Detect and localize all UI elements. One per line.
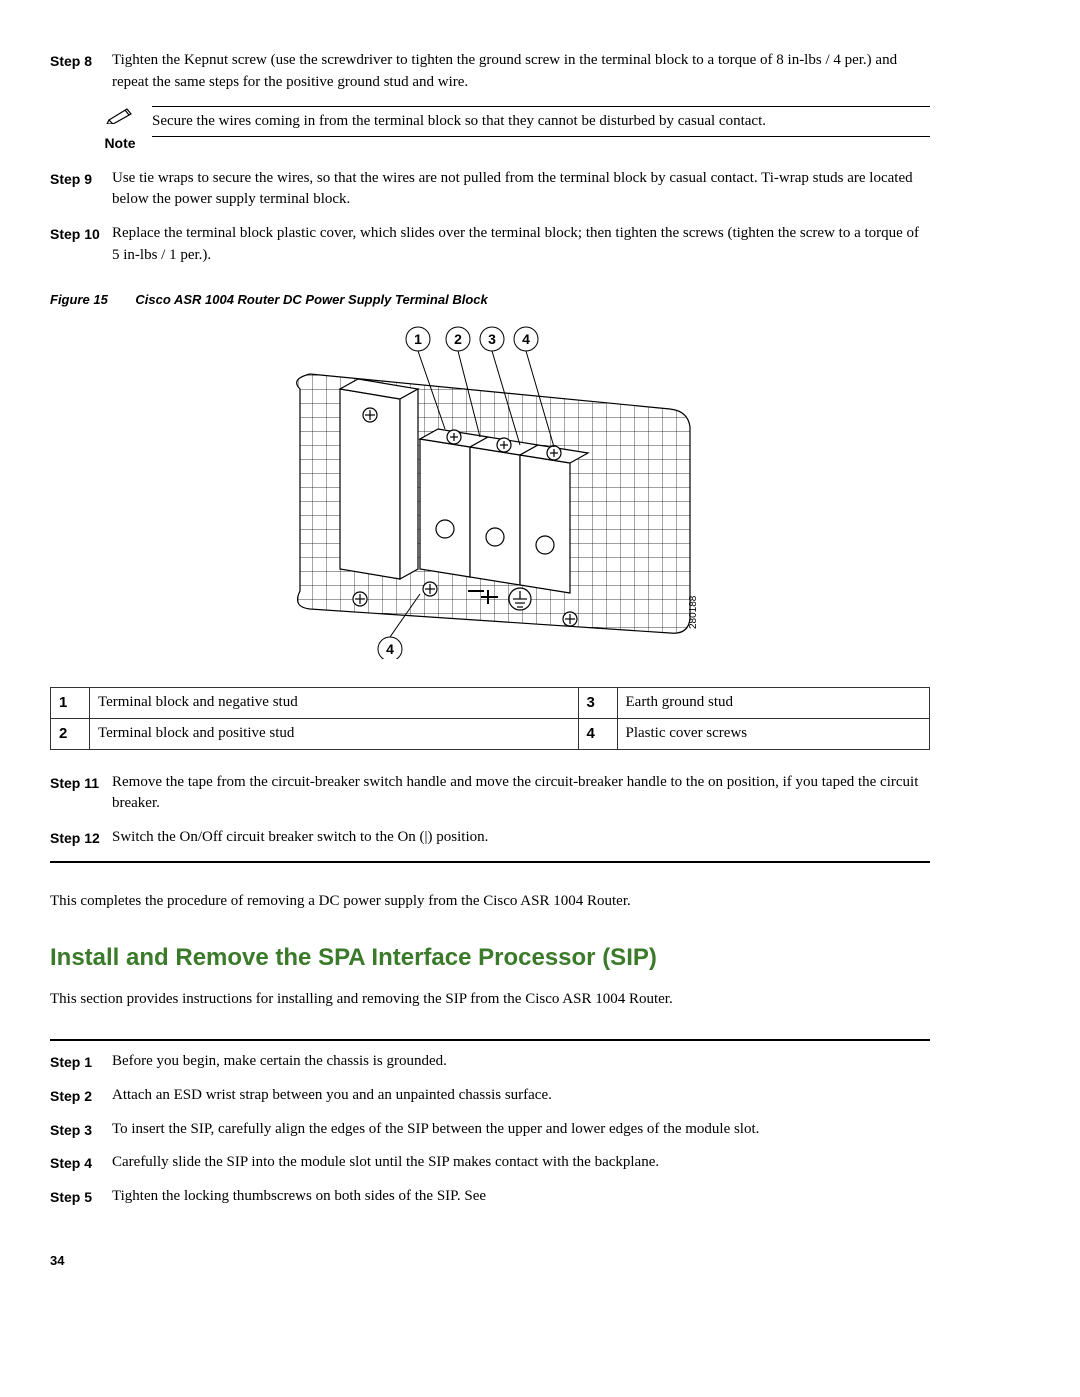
step-text: To insert the SIP, carefully align the e…: [112, 1119, 930, 1141]
divider: [50, 861, 930, 863]
step-1: Step 1 Before you begin, make certain th…: [50, 1051, 930, 1073]
note-label: Note: [98, 133, 142, 153]
table-row: 2 Terminal block and positive stud 4 Pla…: [51, 718, 930, 749]
step-text: Switch the On/Off circuit breaker switch…: [112, 827, 930, 849]
step-label: Step 3: [50, 1119, 112, 1141]
figure-number: Figure 15: [50, 291, 108, 310]
figure-caption: Figure 15 Cisco ASR 1004 Router DC Power…: [50, 291, 930, 310]
closing-paragraph: This completes the procedure of removing…: [50, 891, 930, 913]
step-text: Carefully slide the SIP into the module …: [112, 1152, 930, 1174]
svg-text:1: 1: [414, 331, 422, 347]
step-text: Tighten the locking thumbscrews on both …: [112, 1186, 930, 1208]
svg-text:2: 2: [454, 331, 462, 347]
legend-num: 3: [578, 688, 617, 719]
pencil-icon: [105, 106, 135, 124]
step-label: Step 11: [50, 772, 112, 816]
step-label: Step 12: [50, 827, 112, 849]
figure-image-id: 280188: [688, 596, 699, 630]
step-text: Attach an ESD wrist strap between you an…: [112, 1085, 930, 1107]
legend-text: Terminal block and negative stud: [90, 688, 579, 719]
step-text: Before you begin, make certain the chass…: [112, 1051, 930, 1073]
step-12: Step 12 Switch the On/Off circuit breake…: [50, 827, 930, 849]
legend-text: Earth ground stud: [617, 688, 930, 719]
page-number: 34: [50, 1252, 930, 1271]
step-text: Replace the terminal block plastic cover…: [112, 223, 930, 267]
divider: [50, 1039, 930, 1041]
section-heading: Install and Remove the SPA Interface Pro…: [50, 941, 930, 976]
step-3: Step 3 To insert the SIP, carefully alig…: [50, 1119, 930, 1141]
svg-text:4: 4: [522, 331, 530, 347]
step-label: Step 4: [50, 1152, 112, 1174]
step-label: Step 5: [50, 1186, 112, 1208]
step-label: Step 2: [50, 1085, 112, 1107]
legend-text: Terminal block and positive stud: [90, 718, 579, 749]
step-label: Step 1: [50, 1051, 112, 1073]
figure-title: Cisco ASR 1004 Router DC Power Supply Te…: [135, 292, 487, 307]
step-9: Step 9 Use tie wraps to secure the wires…: [50, 168, 930, 212]
svg-text:4: 4: [386, 641, 394, 657]
step-5: Step 5 Tighten the locking thumbscrews o…: [50, 1186, 930, 1208]
legend-text: Plastic cover screws: [617, 718, 930, 749]
step-text: Remove the tape from the circuit-breaker…: [112, 772, 930, 816]
legend-num: 4: [578, 718, 617, 749]
legend-num: 1: [51, 688, 90, 719]
section-intro: This section provides instructions for i…: [50, 989, 930, 1011]
step-4: Step 4 Carefully slide the SIP into the …: [50, 1152, 930, 1174]
figure-legend-table: 1 Terminal block and negative stud 3 Ear…: [50, 687, 930, 750]
legend-num: 2: [51, 718, 90, 749]
step-label: Step 10: [50, 223, 112, 267]
note-text: Secure the wires coming in from the term…: [152, 106, 930, 138]
step-text: Use tie wraps to secure the wires, so th…: [112, 168, 930, 212]
note-icon-wrap: Note: [98, 106, 142, 154]
table-row: 1 Terminal block and negative stud 3 Ear…: [51, 688, 930, 719]
svg-text:3: 3: [488, 331, 496, 347]
terminal-block-diagram: 1 2 3 4 4 280188: [270, 319, 710, 659]
step-label: Step 9: [50, 168, 112, 212]
note-block: Note Secure the wires coming in from the…: [98, 106, 930, 154]
step-11: Step 11 Remove the tape from the circuit…: [50, 772, 930, 816]
step-label: Step 8: [50, 50, 112, 94]
step-2: Step 2 Attach an ESD wrist strap between…: [50, 1085, 930, 1107]
step-10: Step 10 Replace the terminal block plast…: [50, 223, 930, 267]
step-text: Tighten the Kepnut screw (use the screwd…: [112, 50, 930, 94]
figure-illustration: 1 2 3 4 4 280188: [50, 319, 930, 667]
step-8: Step 8 Tighten the Kepnut screw (use the…: [50, 50, 930, 94]
